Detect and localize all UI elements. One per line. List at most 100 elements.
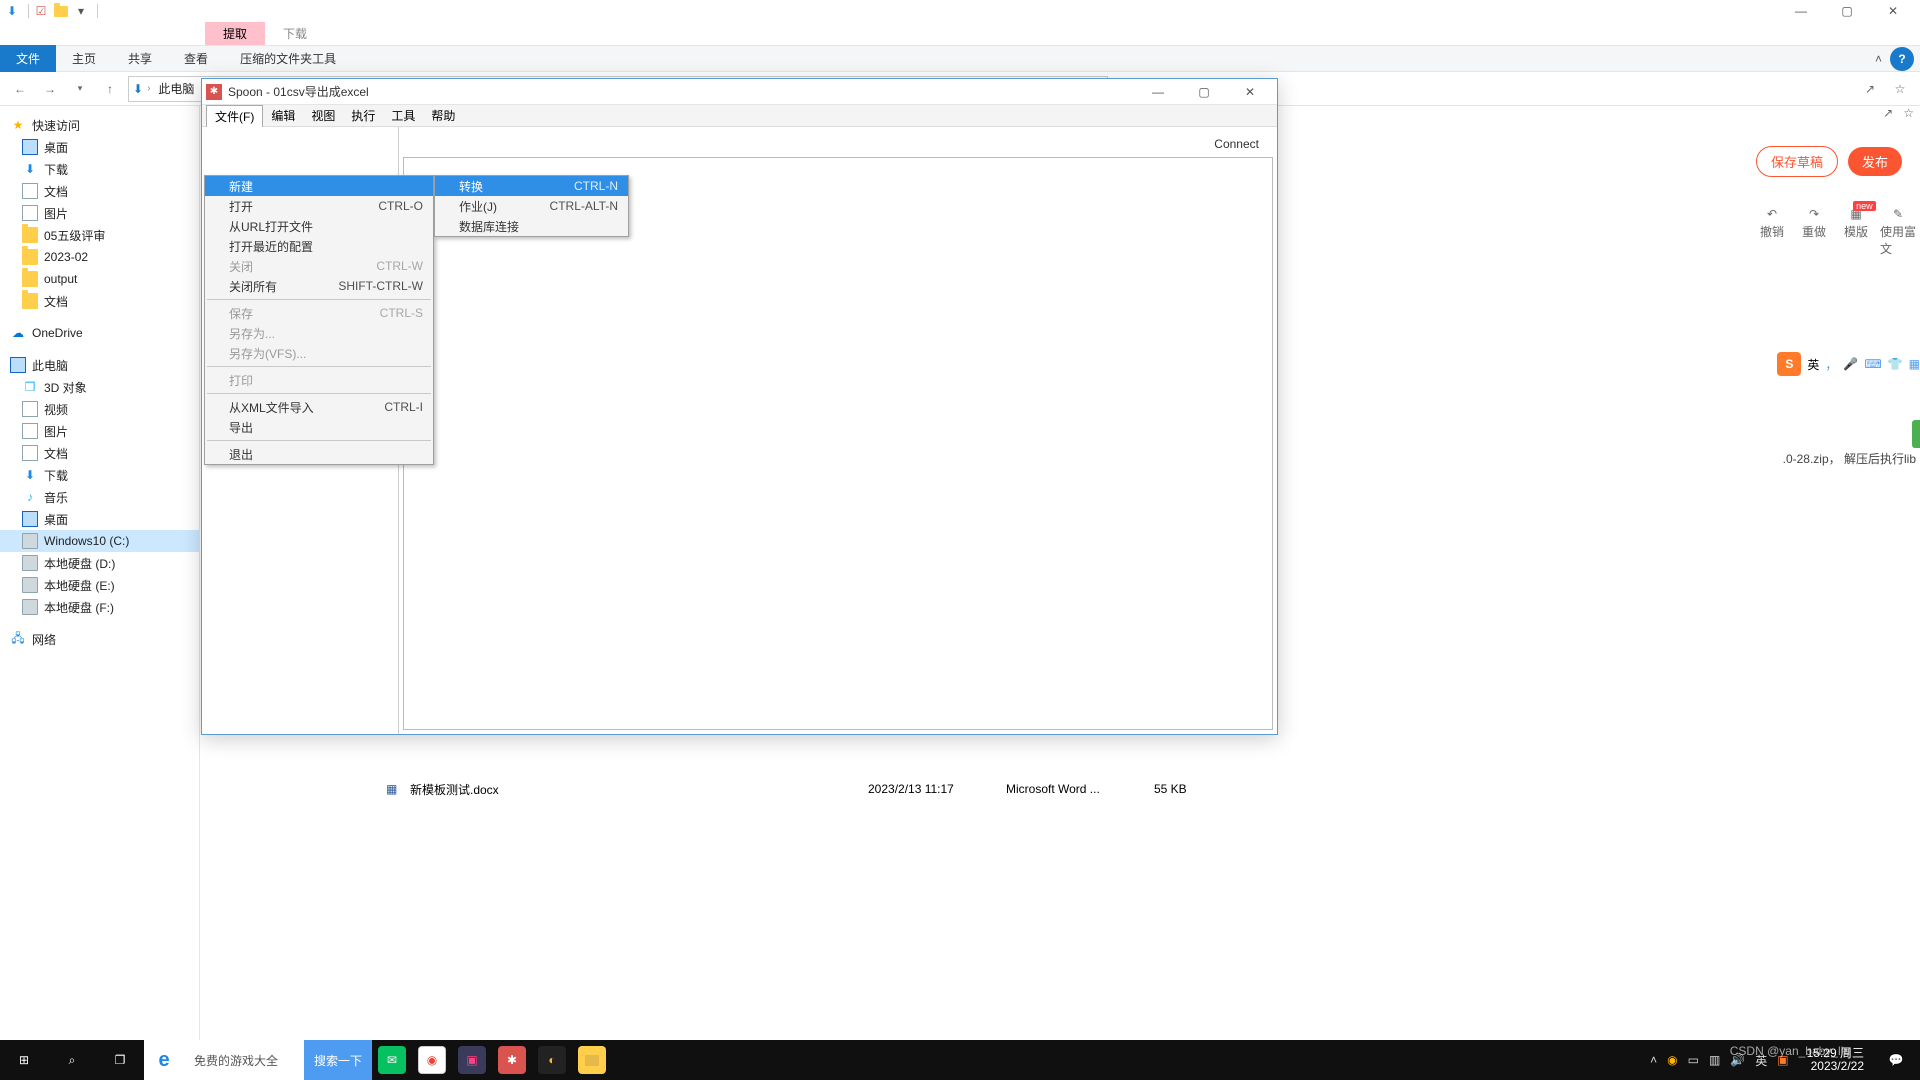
taskbar-app-chrome[interactable]: ◉ xyxy=(418,1046,446,1074)
sidebar-item-folder[interactable]: 文档 xyxy=(0,290,199,312)
menu-item-exit[interactable]: 退出 xyxy=(205,444,433,464)
ribbon-ziptools-tab[interactable]: 压缩的文件夹工具 xyxy=(224,45,352,72)
sidebar-item-downloads[interactable]: ⬇下载 xyxy=(0,158,199,180)
star-icon[interactable]: ☆ xyxy=(1903,106,1914,120)
sidebar-item-documents[interactable]: 文档 xyxy=(0,180,199,202)
sidebar-item-desktop[interactable]: 桌面 xyxy=(0,508,199,530)
menu-item-open-url[interactable]: 从URL打开文件 xyxy=(205,216,433,236)
task-view-button[interactable]: ❐ xyxy=(96,1040,144,1080)
search-button[interactable]: ⌕ xyxy=(48,1040,96,1080)
explorer-minimize-button[interactable]: ― xyxy=(1778,0,1824,22)
sidebar-item-music[interactable]: ♪音乐 xyxy=(0,486,199,508)
qat-download-icon[interactable]: ⬇ xyxy=(4,3,20,19)
menu-item-close-all[interactable]: 关闭所有SHIFT-CTRL-W xyxy=(205,276,433,296)
tray-app-icon[interactable]: ◉ xyxy=(1667,1053,1677,1067)
menu-item-open[interactable]: 打开CTRL-O xyxy=(205,196,433,216)
taskbar-app-explorer[interactable] xyxy=(578,1046,606,1074)
taskbar-app-spoon[interactable]: ✱ xyxy=(498,1046,526,1074)
ribbon-view-tab[interactable]: 查看 xyxy=(168,45,224,72)
menu-file[interactable]: 文件(F) xyxy=(206,105,263,127)
taskbar-app-obs[interactable]: ◐ xyxy=(538,1046,566,1074)
menu-item-export[interactable]: 导出 xyxy=(205,417,433,437)
sidebar-item-folder[interactable]: 2023-02 xyxy=(0,246,199,268)
spoon-titlebar[interactable]: ✱ Spoon - 01csv导出成excel ― ▢ ✕ xyxy=(202,79,1277,105)
menu-item-new[interactable]: 新建 xyxy=(205,176,433,196)
taskbar-search-text[interactable]: 免费的游戏大全 xyxy=(184,1040,304,1080)
context-tab-extract[interactable]: 提取 xyxy=(205,22,265,45)
sidebar-item-downloads[interactable]: ⬇下载 xyxy=(0,464,199,486)
spoon-close-button[interactable]: ✕ xyxy=(1227,79,1273,105)
taskbar-search-go[interactable]: 搜索一下 xyxy=(304,1040,372,1080)
menu-item-import-xml[interactable]: 从XML文件导入CTRL-I xyxy=(205,397,433,417)
action-center-button[interactable]: 💬 xyxy=(1872,1040,1920,1080)
nav-recent-dropdown[interactable]: ▾ xyxy=(68,77,92,101)
submenu-item-job[interactable]: 作业(J)CTRL-ALT-N xyxy=(435,196,628,216)
menu-tools[interactable]: 工具 xyxy=(383,105,423,126)
taskbar-search-widget[interactable]: e 免费的游戏大全 搜索一下 xyxy=(144,1040,372,1080)
sidebar-item-documents[interactable]: 文档 xyxy=(0,442,199,464)
sidebar-item-3dobjects[interactable]: ❒3D 对象 xyxy=(0,376,199,398)
qat-dropdown-icon[interactable]: ▾ xyxy=(73,3,89,19)
explorer-maximize-button[interactable]: ▢ xyxy=(1824,0,1870,22)
spoon-minimize-button[interactable]: ― xyxy=(1135,79,1181,105)
sidebar-item-folder[interactable]: 05五级评审 xyxy=(0,224,199,246)
nav-forward-button[interactable]: → xyxy=(38,77,62,101)
menu-run[interactable]: 执行 xyxy=(343,105,383,126)
sidebar-this-pc[interactable]: 此电脑 xyxy=(0,354,199,376)
share-icon[interactable]: ↗ xyxy=(1883,106,1893,120)
template-button[interactable]: ▦new模版 xyxy=(1838,207,1874,257)
sidebar-item-drive-f[interactable]: 本地硬盘 (F:) xyxy=(0,596,199,618)
undo-button[interactable]: ↶撤销 xyxy=(1754,207,1790,257)
sidebar-network[interactable]: 🖧网络 xyxy=(0,628,199,650)
ime-skin-icon[interactable]: 👕 xyxy=(1888,357,1903,371)
sidebar-item-drive-e[interactable]: 本地硬盘 (E:) xyxy=(0,574,199,596)
ribbon-share-tab[interactable]: 共享 xyxy=(112,45,168,72)
tray-volume-icon[interactable]: 🔊 xyxy=(1730,1053,1745,1067)
tray-battery-icon[interactable]: ▭ xyxy=(1688,1053,1699,1067)
spoon-canvas[interactable] xyxy=(403,157,1273,730)
taskbar-clock[interactable]: 15:29 周三 2023/2/22 xyxy=(1799,1047,1872,1073)
ime-keyboard-icon[interactable]: ⌨ xyxy=(1864,357,1881,371)
ribbon-collapse-icon[interactable]: ˄ xyxy=(1875,52,1882,66)
ribbon-file-tab[interactable]: 文件 xyxy=(0,45,56,72)
file-row[interactable]: ▦ 新模板测试.docx 2023/2/13 11:17 Microsoft W… xyxy=(380,778,1920,800)
ribbon-home-tab[interactable]: 主页 xyxy=(56,45,112,72)
sidebar-item-videos[interactable]: 视频 xyxy=(0,398,199,420)
menu-help[interactable]: 帮助 xyxy=(423,105,463,126)
save-draft-button[interactable]: 保存草稿 xyxy=(1756,146,1838,177)
sidebar-item-desktop[interactable]: 桌面 xyxy=(0,136,199,158)
redo-button[interactable]: ↷重做 xyxy=(1796,207,1832,257)
share-icon[interactable]: ↗ xyxy=(1858,77,1882,101)
qat-checkbox-icon[interactable]: ☑ xyxy=(33,3,49,19)
taskbar-app-intellij[interactable]: ▣ xyxy=(458,1046,486,1074)
tray-network-icon[interactable]: ▥ xyxy=(1709,1053,1720,1067)
sidebar-item-drive-d[interactable]: 本地硬盘 (D:) xyxy=(0,552,199,574)
menu-edit[interactable]: 编辑 xyxy=(263,105,303,126)
context-tab-download[interactable]: 下载 xyxy=(265,22,325,45)
sidebar-item-pictures[interactable]: 图片 xyxy=(0,420,199,442)
tray-ime-icon[interactable]: 英 xyxy=(1755,1052,1767,1069)
sidebar-item-folder[interactable]: output xyxy=(0,268,199,290)
submenu-item-dbconn[interactable]: 数据库连接 xyxy=(435,216,628,236)
tray-app2-icon[interactable]: ▣ xyxy=(1777,1053,1788,1067)
sidebar-item-drive-c[interactable]: Windows10 (C:) xyxy=(0,530,199,552)
publish-button[interactable]: 发布 xyxy=(1848,147,1902,176)
ime-comma-icon[interactable]: ， xyxy=(1825,356,1837,373)
sogou-ime-bar[interactable]: S 英 ， 🎤 ⌨ 👕 ▦ xyxy=(1777,352,1920,376)
sidebar-onedrive[interactable]: ☁OneDrive xyxy=(0,322,199,344)
explorer-close-button[interactable]: ✕ xyxy=(1870,0,1916,22)
spoon-maximize-button[interactable]: ▢ xyxy=(1181,79,1227,105)
star-icon[interactable]: ☆ xyxy=(1888,77,1912,101)
tray-overflow-icon[interactable]: ˄ xyxy=(1650,1053,1657,1067)
sidebar-quick-access[interactable]: ★快速访问 xyxy=(0,114,199,136)
ribbon-help-button[interactable]: ? xyxy=(1890,47,1914,71)
qat-folder-icon[interactable] xyxy=(53,3,69,19)
submenu-item-transformation[interactable]: 转换CTRL-N xyxy=(435,176,628,196)
nav-back-button[interactable]: ← xyxy=(8,77,32,101)
ime-toolbox-icon[interactable]: ▦ xyxy=(1909,357,1920,371)
menu-item-open-recent[interactable]: 打开最近的配置 xyxy=(205,236,433,256)
sidebar-item-pictures[interactable]: 图片 xyxy=(0,202,199,224)
nav-up-button[interactable]: ↑ xyxy=(98,77,122,101)
connect-link[interactable]: Connect xyxy=(1214,137,1259,151)
breadcrumb-seg[interactable]: 此电脑 xyxy=(154,80,198,97)
